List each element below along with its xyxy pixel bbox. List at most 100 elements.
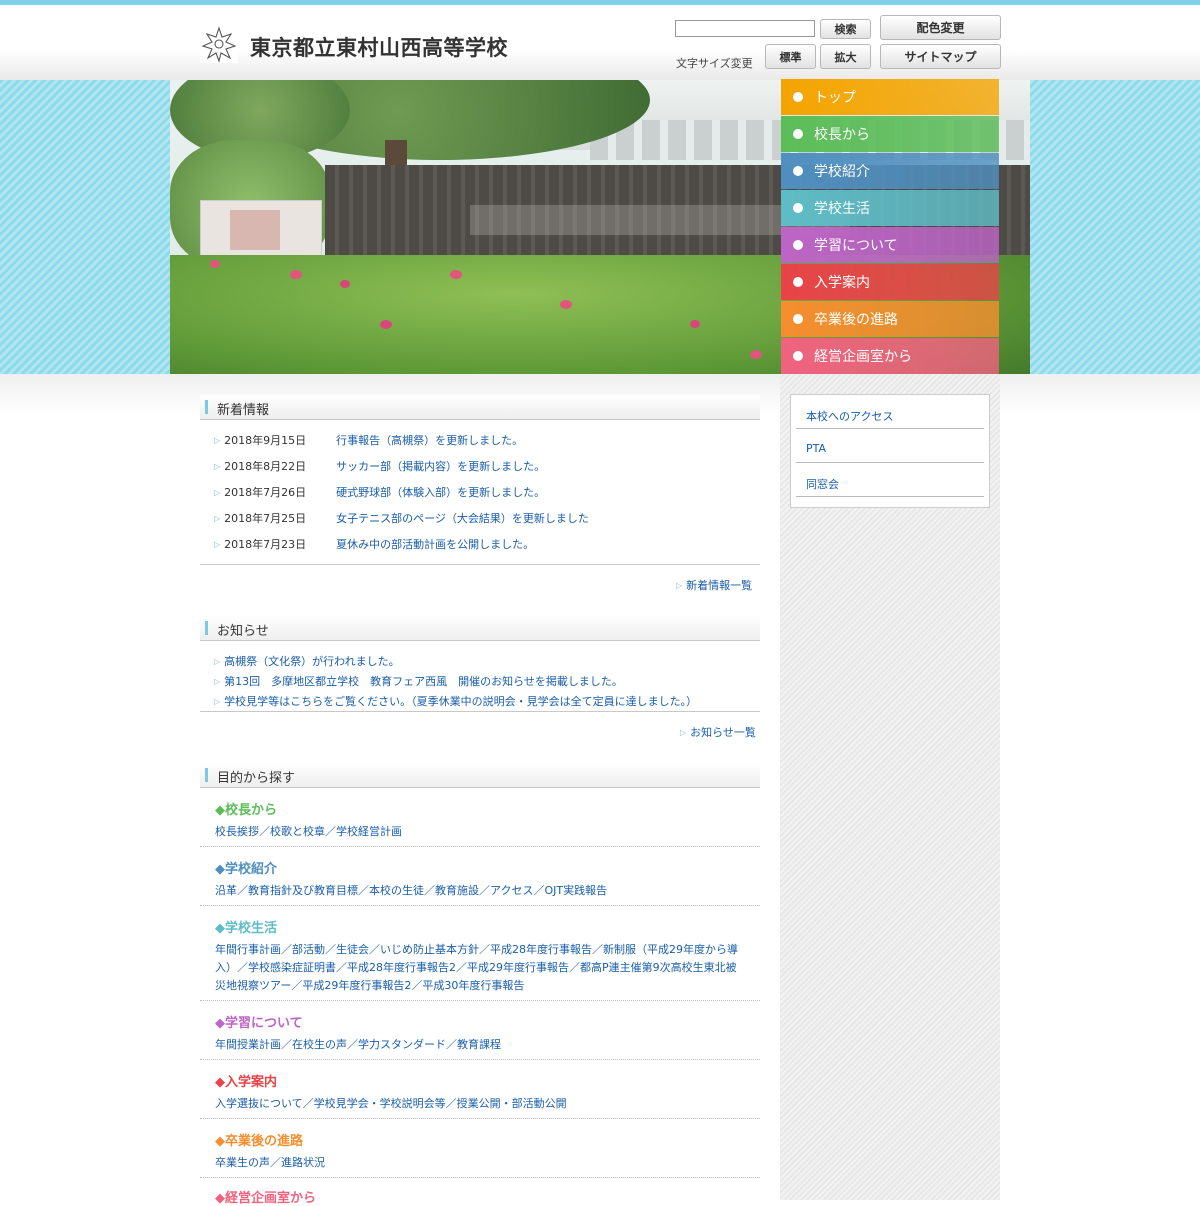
news-heading-title: 新着情報 [217, 403, 270, 418]
category-title-admission[interactable]: ◆入学案内 [215, 1071, 277, 1090]
font-standard-button[interactable]: 標準 [765, 44, 816, 69]
arrow-right-icon: ▷ [214, 461, 221, 471]
bullet-dot-icon [793, 92, 803, 102]
category-title-school-life[interactable]: ◆学校生活 [215, 917, 277, 936]
font-size-label: 文字サイズ変更 [676, 57, 753, 70]
nav-item-label: 経営企画室から [814, 349, 912, 365]
notice-link[interactable]: 高槻祭（文化祭）が行われました。 [224, 653, 399, 669]
nav-item[interactable]: 学校紹介 [781, 153, 999, 189]
purpose-heading-title: 目的から探す [217, 771, 296, 786]
news-date: 2018年7月26日 [224, 486, 307, 499]
category-title-principal[interactable]: ◆校長から [215, 799, 277, 818]
category-title-admin-office[interactable]: ◆経営企画室から [215, 1187, 316, 1206]
nav-item[interactable]: 校長から [781, 116, 999, 152]
divider [200, 1059, 760, 1060]
arrow-right-icon: ▷ [676, 580, 683, 590]
category-title-career[interactable]: ◆卒業後の進路 [215, 1130, 303, 1149]
nav-item-label: 学校生活 [814, 201, 870, 217]
nav-item-label: トップ [814, 90, 856, 106]
nav-item[interactable]: 学習について [781, 227, 999, 263]
sidebar-link-access[interactable]: 本校へのアクセス [806, 408, 893, 424]
school-emblem-icon[interactable] [200, 25, 238, 63]
notice-item: ▷ 学校見学等はこちらをご覧ください。（夏季休業中の説明会・見学会は全て定員に達し… [214, 693, 697, 709]
bullet-dot-icon [793, 203, 803, 213]
purpose-heading: 目的から探す [200, 763, 760, 788]
news-link[interactable]: 行事報告（高槻祭）を更新しました。 [336, 432, 523, 448]
arrow-right-icon: ▷ [214, 513, 221, 523]
sidebar-link-alumni[interactable]: 同窓会 [806, 476, 839, 492]
news-item: ▷ 2018年8月22日 サッカー部（掲載内容）を更新しました。 [214, 458, 545, 474]
divider [200, 1118, 760, 1119]
font-large-button[interactable]: 拡大 [820, 44, 871, 69]
notices-more-label: お知らせ一覧 [690, 726, 756, 739]
nav-item[interactable]: 卒業後の進路 [781, 301, 999, 337]
news-more-link[interactable]: ▷ 新着情報一覧 [676, 577, 752, 593]
nav-item-label: 学校紹介 [814, 164, 870, 180]
sidebar-links-box: 本校へのアクセス PTA 同窓会 [790, 394, 990, 508]
news-date: 2018年7月23日 [224, 538, 307, 551]
color-change-button[interactable]: 配色変更 [880, 15, 1001, 40]
main-nav: トップ校長から学校紹介学校生活学習について 入学案内卒業後の進路経営企画室から [781, 79, 999, 375]
nav-item[interactable]: 学校生活 [781, 190, 999, 226]
news-link[interactable]: 硬式野球部（体験入部）を更新しました。 [336, 484, 545, 500]
news-more-label: 新着情報一覧 [686, 579, 753, 592]
arrow-right-icon: ▷ [214, 435, 221, 445]
arrow-right-icon: ▷ [214, 676, 221, 686]
divider [200, 905, 760, 906]
news-item: ▷ 2018年7月23日 夏休み中の部活動計画を公開しました。 [214, 536, 534, 552]
divider [200, 1177, 760, 1178]
site-header: 東京都立東村山西高等学校 検索 配色変更 文字サイズ変更 標準 拡大 サイトマッ… [0, 5, 1200, 80]
news-heading: 新着情報 [200, 395, 760, 420]
category-links-career[interactable]: 卒業生の声／進路状況 [215, 1154, 745, 1172]
notices-more-link[interactable]: ▷ お知らせ一覧 [680, 724, 756, 740]
category-links-principal[interactable]: 校長挨拶／校歌と校章／学校経営計画 [215, 823, 745, 841]
heading-marker [205, 768, 208, 782]
arrow-right-icon: ▷ [214, 487, 221, 497]
news-item: ▷ 2018年9月15日 行事報告（高槻祭）を更新しました。 [214, 432, 523, 448]
nav-item[interactable]: トップ [781, 79, 999, 115]
divider [200, 846, 760, 847]
divider [200, 1000, 760, 1001]
bullet-dot-icon [793, 277, 803, 287]
divider [200, 564, 760, 565]
news-item: ▷ 2018年7月25日 女子テニス部のページ（大会結果）を更新しました [214, 510, 589, 526]
bullet-dot-icon [793, 351, 803, 361]
news-link[interactable]: 女子テニス部のページ（大会結果）を更新しました [336, 510, 589, 526]
heading-marker [205, 621, 208, 635]
divider [796, 428, 984, 429]
notice-item: ▷ 高槻祭（文化祭）が行われました。 [214, 653, 400, 669]
category-title-learning[interactable]: ◆学習について [215, 1012, 303, 1031]
news-link[interactable]: 夏休み中の部活動計画を公開しました。 [336, 536, 534, 552]
sidebar-link-pta[interactable]: PTA [806, 442, 826, 455]
heading-marker [205, 400, 208, 414]
divider [796, 462, 984, 463]
bullet-dot-icon [793, 166, 803, 176]
divider [200, 711, 760, 712]
bullet-dot-icon [793, 129, 803, 139]
bullet-dot-icon [793, 240, 803, 250]
search-input[interactable] [675, 20, 815, 37]
nav-item-label: 学習について [814, 238, 898, 254]
nav-item-label: 入学案内 [814, 275, 870, 291]
arrow-right-icon: ▷ [680, 727, 687, 737]
category-links-admission[interactable]: 入学選抜について／学校見学会・学校説明会等／授業公開・部活動公開 [215, 1095, 745, 1113]
sitemap-button[interactable]: サイトマップ [880, 44, 1001, 69]
news-item: ▷ 2018年7月26日 硬式野球部（体験入部）を更新しました。 [214, 484, 545, 500]
notice-link[interactable]: 第13回 多摩地区都立学校 教育フェア西風 開催のお知らせを掲載しました。 [224, 673, 623, 689]
search-button[interactable]: 検索 [820, 19, 871, 39]
category-title-about[interactable]: ◆学校紹介 [215, 858, 277, 877]
category-links-learning[interactable]: 年間授業計画／在校生の声／学力スタンダード／教育課程 [215, 1036, 745, 1054]
notices-heading: お知らせ [200, 616, 760, 641]
news-date: 2018年9月15日 [224, 434, 307, 447]
arrow-right-icon: ▷ [214, 656, 221, 666]
category-links-about[interactable]: 沿革／教育指針及び教育目標／本校の生徒／教育施設／アクセス／OJT実践報告 [215, 882, 745, 900]
notice-link[interactable]: 学校見学等はこちらをご覧ください。（夏季休業中の説明会・見学会は全て定員に達しま… [224, 693, 697, 709]
category-links-school-life[interactable]: 年間行事計画／部活動／生徒会／いじめ防止基本方針／平成28年度行事報告／新制服（… [215, 941, 745, 995]
nav-item[interactable]: 入学案内 [781, 264, 999, 300]
news-link[interactable]: サッカー部（掲載内容）を更新しました。 [336, 458, 545, 474]
bullet-dot-icon [793, 314, 803, 324]
site-title[interactable]: 東京都立東村山西高等学校 [250, 32, 508, 62]
news-date: 2018年8月22日 [224, 460, 307, 473]
nav-item[interactable]: 経営企画室から [781, 338, 999, 374]
arrow-right-icon: ▷ [214, 696, 221, 706]
